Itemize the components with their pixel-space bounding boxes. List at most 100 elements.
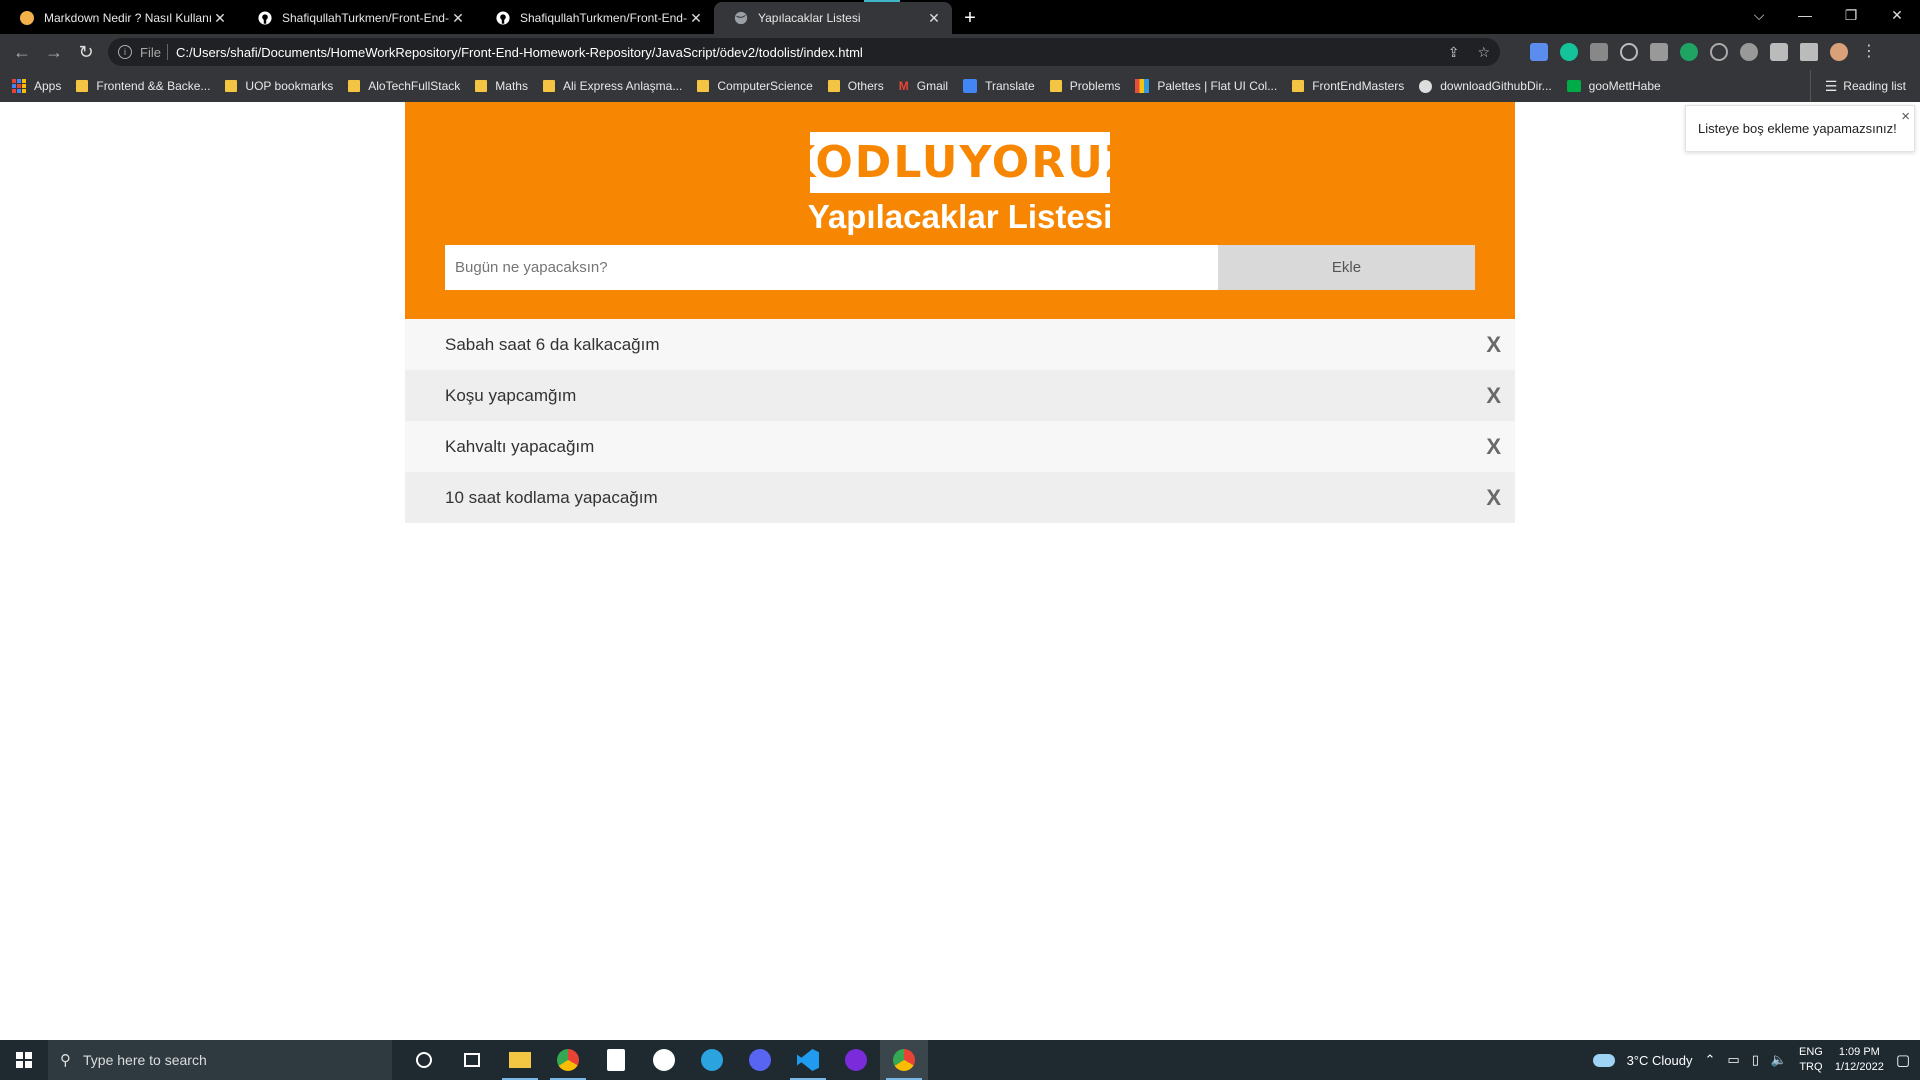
- tab-github-1[interactable]: ShafiqullahTurkmen/Front-End-H ✕: [238, 2, 476, 34]
- tab-markdown[interactable]: Markdown Nedir ? Nasıl Kullanılır ✕: [0, 2, 238, 34]
- bookmark-aliexpress[interactable]: Ali Express Anlaşma...: [542, 79, 683, 93]
- tab-search-icon[interactable]: ⌵: [1736, 0, 1782, 30]
- save-extension-icon[interactable]: [1530, 43, 1548, 61]
- bookmark-alotech[interactable]: AloTechFullStack: [348, 79, 460, 93]
- tab-todolist[interactable]: Yapılacaklar Listesi ✕: [714, 0, 952, 34]
- minimize-icon[interactable]: —: [1782, 0, 1828, 30]
- forward-icon[interactable]: →: [38, 36, 70, 68]
- todoist-extension-icon[interactable]: [1680, 43, 1698, 61]
- folder-icon: [542, 80, 555, 92]
- bookmark-label: Palettes | Flat UI Col...: [1157, 79, 1278, 93]
- bookmark-label: ComputerScience: [717, 79, 813, 93]
- discord-icon[interactable]: [736, 1040, 784, 1080]
- share-icon[interactable]: ⇪: [1448, 44, 1460, 61]
- bookmark-frontend-backend[interactable]: Frontend && Backe...: [76, 79, 210, 93]
- close-window-icon[interactable]: ✕: [1874, 0, 1920, 30]
- menu-kebab-icon[interactable]: ⋮: [1860, 43, 1878, 61]
- weather-text[interactable]: 3°C Cloudy: [1627, 1053, 1693, 1068]
- reading-list-button[interactable]: ☰ Reading list: [1809, 70, 1906, 102]
- back-icon[interactable]: ←: [6, 36, 38, 68]
- color-picker-icon[interactable]: [1590, 43, 1608, 61]
- bookmark-uop[interactable]: UOP bookmarks: [225, 79, 333, 93]
- close-tab-icon[interactable]: ✕: [212, 10, 228, 27]
- bookmark-translate[interactable]: Translate: [963, 79, 1035, 93]
- battery-icon[interactable]: ▯: [1752, 1052, 1759, 1068]
- new-tab-button[interactable]: +: [952, 2, 988, 34]
- url-text[interactable]: C:/Users/shafi/Documents/HomeWorkReposit…: [176, 45, 863, 60]
- taskbar-search[interactable]: ⚲ Type here to search: [48, 1040, 392, 1080]
- toast-close-icon[interactable]: ×: [1901, 108, 1910, 125]
- site-info-icon[interactable]: i: [118, 45, 132, 59]
- restore-icon[interactable]: ❐: [1828, 0, 1874, 30]
- vscode-icon[interactable]: [784, 1040, 832, 1080]
- folder-icon: [827, 80, 840, 92]
- bookmark-star-icon[interactable]: ☆: [1477, 44, 1490, 61]
- tab-github-2[interactable]: ShafiqullahTurkmen/Front-End-H ✕: [476, 2, 714, 34]
- target-extension-icon[interactable]: [1620, 43, 1638, 61]
- chevron-up-icon[interactable]: ⌃: [1704, 1052, 1715, 1068]
- todo-item[interactable]: Kahvaltı yapacağım X: [405, 421, 1515, 472]
- close-tab-icon[interactable]: ✕: [688, 10, 704, 27]
- shield-extension-icon[interactable]: [1740, 43, 1758, 61]
- react-devtools-icon[interactable]: [1710, 43, 1728, 61]
- folder-icon: [1292, 80, 1305, 92]
- delete-icon[interactable]: X: [1486, 485, 1501, 511]
- chrome-icon[interactable]: [544, 1040, 592, 1080]
- network-icon[interactable]: ▭: [1727, 1052, 1739, 1068]
- tab-title: ShafiqullahTurkmen/Front-End-H: [520, 11, 688, 25]
- bookmark-downloadgithubdir[interactable]: downloadGithubDir...: [1419, 79, 1552, 93]
- clock[interactable]: 1:09 PM 1/12/2022: [1835, 1045, 1884, 1075]
- folder-icon: [348, 80, 361, 92]
- notifications-icon[interactable]: ▢: [1896, 1051, 1910, 1069]
- cortana-icon[interactable]: [400, 1040, 448, 1080]
- todo-text: Sabah saat 6 da kalkacağım: [445, 334, 660, 354]
- bookmark-others[interactable]: Others: [827, 79, 884, 93]
- reading-list-label: Reading list: [1843, 79, 1906, 93]
- mongodb-compass-icon[interactable]: [640, 1040, 688, 1080]
- address-bar[interactable]: i File C:/Users/shafi/Documents/HomeWork…: [108, 38, 1500, 66]
- todo-item[interactable]: Sabah saat 6 da kalkacağım X: [405, 319, 1515, 370]
- grammarly-icon[interactable]: [1560, 43, 1578, 61]
- close-tab-icon[interactable]: ✕: [450, 10, 466, 27]
- cloud-weather-icon: [1592, 1053, 1615, 1067]
- add-button[interactable]: Ekle: [1218, 245, 1475, 290]
- bookmark-label: FrontEndMasters: [1312, 79, 1405, 93]
- reload-icon[interactable]: ↻: [70, 36, 102, 68]
- bookmark-maths[interactable]: Maths: [475, 79, 528, 93]
- bookmark-label: Ali Express Anlaşma...: [562, 79, 683, 93]
- extensions-puzzle-icon[interactable]: [1770, 43, 1788, 61]
- bookmark-apps[interactable]: Apps: [12, 79, 61, 93]
- chrome-active-icon[interactable]: [880, 1040, 928, 1080]
- bookmark-label: Problems: [1069, 79, 1121, 93]
- browser-toolbar: ← → ↻ i File C:/Users/shafi/Documents/Ho…: [0, 34, 1920, 70]
- todo-item[interactable]: 10 saat kodlama yapacağım X: [405, 472, 1515, 523]
- github-icon: [496, 11, 510, 25]
- delete-icon[interactable]: X: [1486, 434, 1501, 460]
- bookmark-frontendmasters[interactable]: FrontEndMasters: [1292, 79, 1404, 93]
- meet-icon: [1566, 80, 1581, 92]
- bookmark-computerscience[interactable]: ComputerScience: [697, 79, 813, 93]
- bookmark-problems[interactable]: Problems: [1049, 79, 1121, 93]
- bookmark-goomett[interactable]: gooMettHabe: [1566, 79, 1661, 93]
- printer-extension-icon[interactable]: [1650, 43, 1668, 61]
- folder-icon: [1049, 80, 1062, 92]
- close-tab-icon[interactable]: ✕: [926, 10, 942, 27]
- todo-item[interactable]: Koşu yapcamğım X: [405, 370, 1515, 421]
- reading-mode-icon[interactable]: [1800, 43, 1818, 61]
- file-explorer-icon[interactable]: [496, 1040, 544, 1080]
- podcast-app-icon[interactable]: [832, 1040, 880, 1080]
- bookmark-gmail[interactable]: M Gmail: [899, 79, 948, 93]
- bookmark-palettes[interactable]: Palettes | Flat UI Col...: [1135, 79, 1277, 93]
- telegram-icon[interactable]: [688, 1040, 736, 1080]
- start-button[interactable]: [0, 1040, 48, 1080]
- todo-text: Kahvaltı yapacağım: [445, 436, 595, 456]
- task-input[interactable]: [445, 245, 1218, 290]
- task-view-icon[interactable]: [448, 1040, 496, 1080]
- mongodb-icon[interactable]: [592, 1040, 640, 1080]
- delete-icon[interactable]: X: [1486, 332, 1501, 358]
- extensions-bar: ⋮: [1530, 38, 1878, 66]
- volume-icon[interactable]: 🔈: [1771, 1052, 1787, 1068]
- delete-icon[interactable]: X: [1486, 383, 1501, 409]
- language-indicator[interactable]: ENG TRQ: [1799, 1045, 1823, 1075]
- profile-avatar[interactable]: [1830, 43, 1848, 61]
